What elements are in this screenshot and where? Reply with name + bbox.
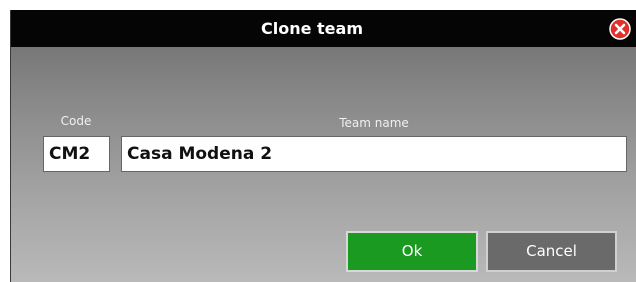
cancel-mnemonic: C (526, 242, 537, 260)
ok-label-rest: k (413, 242, 423, 260)
cancel-button[interactable]: Cancel (486, 231, 617, 272)
code-input[interactable] (43, 136, 110, 172)
dialog-title: Clone team (261, 19, 363, 38)
title-bar: Clone team (11, 10, 636, 47)
ok-mnemonic: O (401, 242, 414, 260)
clone-team-dialog: Clone team Code Team name Ok Cancel (10, 10, 636, 282)
cancel-label-rest: ancel (536, 242, 577, 260)
ok-button[interactable]: Ok (346, 231, 478, 272)
close-icon[interactable] (609, 18, 631, 40)
team-name-label: Team name (339, 116, 409, 130)
team-name-input[interactable] (121, 136, 627, 172)
code-label: Code (60, 114, 92, 128)
